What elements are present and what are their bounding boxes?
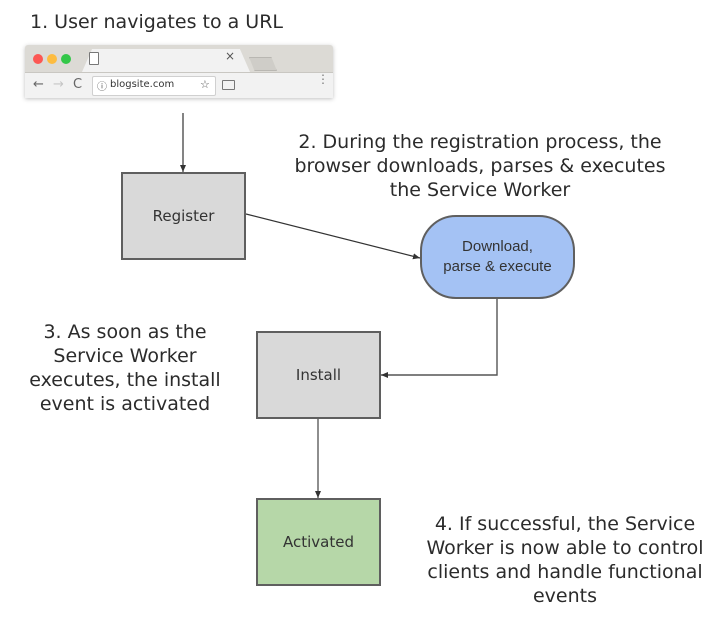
step-4-caption: 4. If successful, the Service Worker is … (405, 512, 725, 608)
step-4-line: Worker is now able to control (426, 537, 704, 559)
step-3-line: Service Worker (53, 345, 197, 367)
step-3-caption: 3. As soon as the Service Worker execute… (5, 320, 245, 416)
step-3-line: event is activated (39, 393, 211, 415)
install-node: Install (256, 331, 381, 419)
step-2-caption: 2. During the registration process, the … (280, 130, 680, 202)
register-node: Register (121, 172, 246, 260)
activated-node: Activated (256, 498, 381, 586)
step-3-line: executes, the install (29, 369, 221, 391)
step-4-line: 4. If successful, the Service (434, 513, 696, 535)
register-label: Register (152, 207, 215, 225)
step-4-line: clients and handle functional (427, 561, 703, 583)
download-parse-execute-node: Download, parse & execute (420, 215, 575, 299)
step-3-line: 3. As soon as the (43, 321, 207, 343)
step-2-line: the Service Worker (389, 179, 571, 201)
download-label-line: parse & execute (443, 258, 552, 275)
activated-label: Activated (283, 533, 354, 551)
step-2-line: browser downloads, parses & executes (294, 155, 666, 177)
arrow-register-to-download (245, 213, 421, 260)
step-2-line: 2. During the registration process, the (298, 131, 662, 153)
step-4-line: events (532, 585, 597, 607)
download-label-line: Download, (462, 238, 533, 255)
arrow-download-to-install (381, 299, 498, 378)
install-label: Install (295, 366, 342, 384)
